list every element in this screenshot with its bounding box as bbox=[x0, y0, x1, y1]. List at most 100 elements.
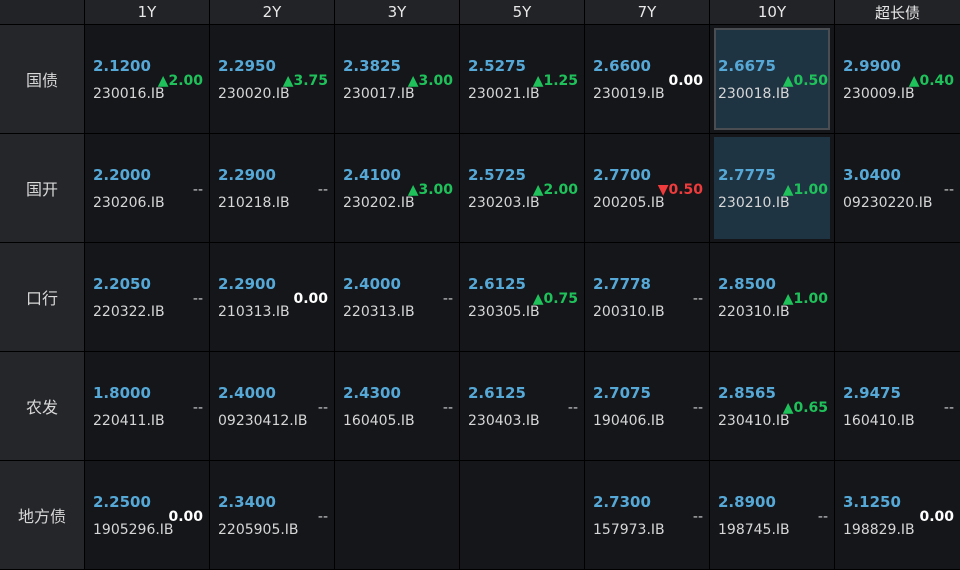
quote-cell[interactable]: 2.2050 220322.IB -- bbox=[85, 243, 209, 351]
row-label-1[interactable]: 国开 bbox=[0, 134, 84, 242]
bond-code: 220322.IB bbox=[93, 304, 165, 320]
bond-code: 157973.IB bbox=[593, 522, 665, 538]
change-value: -- bbox=[692, 400, 703, 416]
yield-value: 3.1250 bbox=[843, 493, 901, 511]
quote-cell[interactable]: 2.1200 230016.IB ▲2.00 bbox=[85, 25, 209, 133]
row-label-0[interactable]: 国债 bbox=[0, 25, 84, 133]
change-value: ▲0.40 bbox=[908, 73, 954, 89]
quote-cell[interactable]: 1.8000 220411.IB -- bbox=[85, 352, 209, 460]
change-value: -- bbox=[692, 509, 703, 525]
bond-code: 200310.IB bbox=[593, 304, 665, 320]
quote-cell[interactable]: 2.4100 230202.IB ▲3.00 bbox=[335, 134, 459, 242]
header-corner bbox=[0, 0, 84, 24]
quote-cell[interactable]: 2.6600 230019.IB 0.00 bbox=[585, 25, 709, 133]
change-value: -- bbox=[817, 509, 828, 525]
row-label-4[interactable]: 地方债 bbox=[0, 461, 84, 569]
quote-cell bbox=[460, 461, 584, 569]
quote-cell[interactable]: 2.4000 220313.IB -- bbox=[335, 243, 459, 351]
column-header-0[interactable]: 1Y bbox=[85, 0, 209, 24]
change-value: -- bbox=[442, 400, 453, 416]
bond-code: 230410.IB bbox=[718, 413, 790, 429]
yield-matrix: 1Y 2Y 3Y 5Y 7Y 10Y 超长债 国债 2.1200 230016.IB ▲2.00 2.… bbox=[0, 0, 960, 570]
change-value: ▲3.00 bbox=[407, 73, 453, 89]
bond-code: 210313.IB bbox=[218, 304, 290, 320]
change-value: ▼0.50 bbox=[657, 182, 703, 198]
bond-code: 230019.IB bbox=[593, 86, 665, 102]
yield-value: 1.8000 bbox=[93, 384, 151, 402]
yield-value: 2.7700 bbox=[593, 166, 651, 184]
change-value: ▲0.65 bbox=[782, 400, 828, 416]
bond-code: 09230220.IB bbox=[843, 195, 933, 211]
column-header-4[interactable]: 7Y bbox=[585, 0, 709, 24]
change-value: ▲3.00 bbox=[407, 182, 453, 198]
change-value: 0.00 bbox=[919, 509, 954, 525]
quote-cell[interactable]: 2.6125 230305.IB ▲0.75 bbox=[460, 243, 584, 351]
column-header-5[interactable]: 10Y bbox=[710, 0, 834, 24]
column-header-3[interactable]: 5Y bbox=[460, 0, 584, 24]
row-label-2[interactable]: 口行 bbox=[0, 243, 84, 351]
quote-cell[interactable]: 2.4300 160405.IB -- bbox=[335, 352, 459, 460]
quote-cell[interactable]: 2.2000 230206.IB -- bbox=[85, 134, 209, 242]
change-value: -- bbox=[943, 400, 954, 416]
quote-cell[interactable]: 2.5275 230021.IB ▲1.25 bbox=[460, 25, 584, 133]
yield-value: 2.6125 bbox=[468, 384, 526, 402]
column-header-1[interactable]: 2Y bbox=[210, 0, 334, 24]
yield-value: 2.3825 bbox=[343, 57, 401, 75]
yield-value: 2.8900 bbox=[718, 493, 776, 511]
bond-code: 200205.IB bbox=[593, 195, 665, 211]
quote-cell[interactable]: 2.8500 220310.IB ▲1.00 bbox=[710, 243, 834, 351]
change-value: 0.00 bbox=[168, 509, 203, 525]
yield-value: 2.2950 bbox=[218, 57, 276, 75]
quote-cell[interactable]: 3.0400 09230220.IB -- bbox=[835, 134, 960, 242]
bond-code: 220310.IB bbox=[718, 304, 790, 320]
quote-cell[interactable]: 2.5725 230203.IB ▲2.00 bbox=[460, 134, 584, 242]
change-value: -- bbox=[192, 182, 203, 198]
quote-cell[interactable]: 2.4000 09230412.IB -- bbox=[210, 352, 334, 460]
quote-cell bbox=[835, 243, 960, 351]
quote-cell[interactable]: 2.2500 1905296.IB 0.00 bbox=[85, 461, 209, 569]
bond-code: 2205905.IB bbox=[218, 522, 299, 538]
yield-value: 2.4100 bbox=[343, 166, 401, 184]
change-value: ▲1.00 bbox=[782, 291, 828, 307]
quote-cell[interactable]: 2.7778 200310.IB -- bbox=[585, 243, 709, 351]
quote-cell bbox=[335, 461, 459, 569]
quote-cell[interactable]: 2.7075 190406.IB -- bbox=[585, 352, 709, 460]
yield-value: 2.6600 bbox=[593, 57, 651, 75]
quote-cell[interactable]: 2.2900 210313.IB 0.00 bbox=[210, 243, 334, 351]
column-header-2[interactable]: 3Y bbox=[335, 0, 459, 24]
quote-cell[interactable]: 2.9900 230009.IB ▲0.40 bbox=[835, 25, 960, 133]
yield-value: 2.4000 bbox=[343, 275, 401, 293]
quote-cell[interactable]: 2.8900 198745.IB -- bbox=[710, 461, 834, 569]
quote-cell[interactable]: 3.1250 198829.IB 0.00 bbox=[835, 461, 960, 569]
column-header-6[interactable]: 超长债 bbox=[835, 0, 960, 24]
quote-cell[interactable]: 2.3825 230017.IB ▲3.00 bbox=[335, 25, 459, 133]
quote-cell[interactable]: 2.7775 230210.IB ▲1.00 bbox=[710, 134, 834, 242]
quote-cell[interactable]: 2.9475 160410.IB -- bbox=[835, 352, 960, 460]
quote-cell[interactable]: 2.6125 230403.IB -- bbox=[460, 352, 584, 460]
quote-cell[interactable]: 2.2900 210218.IB -- bbox=[210, 134, 334, 242]
quote-cell[interactable]: 2.3400 2205905.IB -- bbox=[210, 461, 334, 569]
bond-code: 230210.IB bbox=[718, 195, 790, 211]
yield-value: 2.1200 bbox=[93, 57, 151, 75]
yield-value: 2.9900 bbox=[843, 57, 901, 75]
bond-code: 198745.IB bbox=[718, 522, 790, 538]
change-value: ▲2.00 bbox=[157, 73, 203, 89]
bond-code: 230020.IB bbox=[218, 86, 290, 102]
quote-cell[interactable]: 2.2950 230020.IB ▲3.75 bbox=[210, 25, 334, 133]
yield-value: 2.5725 bbox=[468, 166, 526, 184]
quote-cell[interactable]: 2.6675 230018.IB ▲0.50 bbox=[710, 25, 834, 133]
bond-code: 220313.IB bbox=[343, 304, 415, 320]
yield-value: 2.7778 bbox=[593, 275, 651, 293]
row-label-3[interactable]: 农发 bbox=[0, 352, 84, 460]
bond-code: 230203.IB bbox=[468, 195, 540, 211]
bond-code: 190406.IB bbox=[593, 413, 665, 429]
yield-value: 2.4300 bbox=[343, 384, 401, 402]
quote-cell[interactable]: 2.7700 200205.IB ▼0.50 bbox=[585, 134, 709, 242]
bond-code: 160410.IB bbox=[843, 413, 915, 429]
bond-code: 230202.IB bbox=[343, 195, 415, 211]
yield-value: 2.8500 bbox=[718, 275, 776, 293]
yield-value: 2.6675 bbox=[718, 57, 776, 75]
yield-value: 3.0400 bbox=[843, 166, 901, 184]
quote-cell[interactable]: 2.7300 157973.IB -- bbox=[585, 461, 709, 569]
quote-cell[interactable]: 2.8565 230410.IB ▲0.65 bbox=[710, 352, 834, 460]
